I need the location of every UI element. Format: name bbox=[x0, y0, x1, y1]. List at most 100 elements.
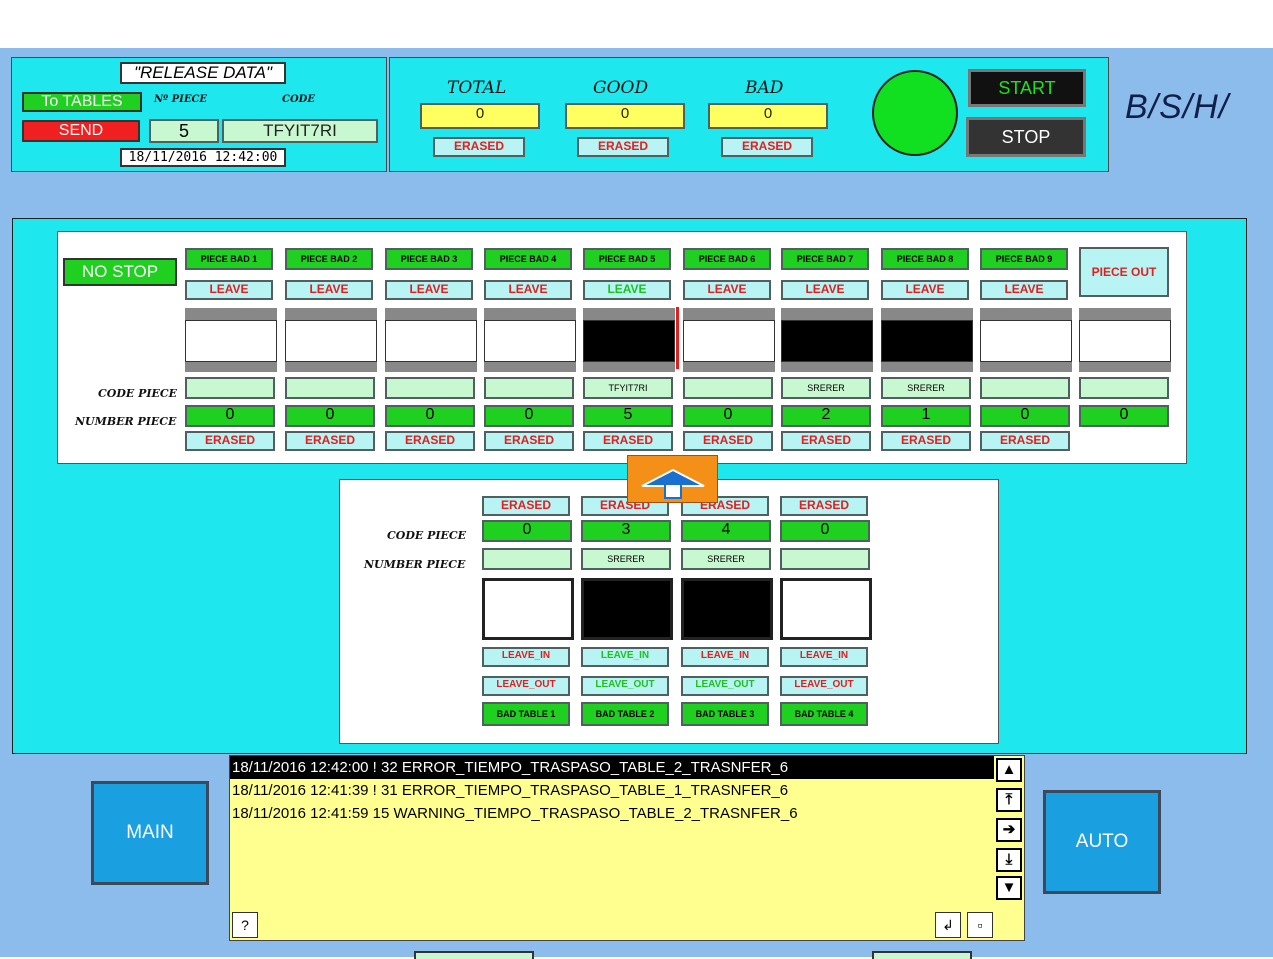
bad-table-button[interactable]: BAD TABLE 4 bbox=[780, 702, 868, 726]
number-piece-field[interactable]: 0 bbox=[683, 405, 773, 427]
code-piece-field[interactable] bbox=[980, 377, 1070, 399]
bsh-logo: B/S/H/ bbox=[1125, 88, 1230, 126]
erased-button[interactable]: ERASED bbox=[980, 431, 1070, 451]
bad-erased-button[interactable]: ERASED bbox=[482, 496, 570, 516]
stop-button[interactable]: STOP bbox=[966, 117, 1086, 157]
number-piece-field[interactable]: 0 bbox=[285, 405, 375, 427]
code-piece-label: CODE PIECE bbox=[98, 387, 178, 400]
arrow-down-icon[interactable]: ▼ bbox=[996, 876, 1022, 900]
piece-bad-button[interactable]: PIECE BAD 5 bbox=[583, 248, 671, 270]
send-button[interactable]: SEND bbox=[22, 120, 140, 142]
piece-bad-button[interactable]: PIECE BAD 2 bbox=[285, 248, 373, 270]
bad-number-field[interactable]: 3 bbox=[581, 520, 671, 542]
piece-bad-button[interactable]: PIECE BAD 4 bbox=[484, 248, 572, 270]
piece-bad-button[interactable]: PIECE BAD 8 bbox=[881, 248, 969, 270]
number-piece-field[interactable]: 5 bbox=[583, 405, 673, 427]
number-piece-field[interactable]: 0 bbox=[185, 405, 275, 427]
page-up-icon[interactable]: ⤒ bbox=[996, 788, 1022, 812]
code-piece-field[interactable] bbox=[285, 377, 375, 399]
erased-button[interactable]: ERASED bbox=[881, 431, 971, 451]
bad-code-field[interactable]: SRERER bbox=[581, 548, 671, 570]
number-piece-field[interactable]: 0 bbox=[1079, 405, 1169, 427]
ack-all-icon[interactable]: ▫ bbox=[967, 912, 993, 938]
leave-in-button[interactable]: LEAVE_IN bbox=[681, 647, 769, 667]
leave-button[interactable]: LEAVE bbox=[285, 280, 373, 300]
bad-code-field[interactable] bbox=[780, 548, 870, 570]
code-piece-field[interactable] bbox=[185, 377, 275, 399]
arrow-right-icon[interactable]: ➔ bbox=[996, 818, 1022, 842]
erased-button[interactable]: ERASED bbox=[583, 431, 673, 451]
total-erased-button[interactable]: ERASED bbox=[433, 137, 525, 157]
auto-button[interactable]: AUTO bbox=[1043, 790, 1161, 894]
alarm-line[interactable]: 18/11/2016 12:41:39 ! 31 ERROR_TIEMPO_TR… bbox=[230, 779, 994, 802]
start-button[interactable]: START bbox=[968, 69, 1086, 107]
erased-button[interactable]: ERASED bbox=[683, 431, 773, 451]
good-erased-button[interactable]: ERASED bbox=[577, 137, 669, 157]
code-piece-field[interactable] bbox=[385, 377, 475, 399]
bad-code-field[interactable] bbox=[482, 548, 572, 570]
number-piece-field[interactable]: 1 bbox=[881, 405, 971, 427]
alarm-line[interactable]: 18/11/2016 12:42:00 ! 32 ERROR_TIEMPO_TR… bbox=[230, 756, 994, 779]
leave-button[interactable]: LEAVE bbox=[781, 280, 869, 300]
leave-button[interactable]: LEAVE bbox=[683, 280, 771, 300]
leave-out-button[interactable]: LEAVE_OUT bbox=[482, 676, 570, 696]
code-piece-field[interactable] bbox=[1079, 377, 1169, 399]
code-field[interactable]: TFYIT7RI bbox=[222, 119, 378, 143]
erased-button[interactable]: ERASED bbox=[185, 431, 275, 451]
number-piece-field[interactable]: 0 bbox=[484, 405, 574, 427]
piece-out-button[interactable]: PIECE OUT bbox=[1079, 247, 1169, 297]
acknowledge-icon[interactable]: ↲ bbox=[935, 912, 961, 938]
piece-bad-button[interactable]: PIECE BAD 1 bbox=[185, 248, 273, 270]
leave-in-button[interactable]: LEAVE_IN bbox=[581, 647, 669, 667]
code-piece-field[interactable]: TFYIT7RI bbox=[583, 377, 673, 399]
erased-button[interactable]: ERASED bbox=[781, 431, 871, 451]
leave-button[interactable]: LEAVE bbox=[385, 280, 473, 300]
leave-in-button[interactable]: LEAVE_IN bbox=[482, 647, 570, 667]
arrow-up-icon[interactable]: ▲ bbox=[996, 758, 1022, 782]
leave-button[interactable]: LEAVE bbox=[583, 280, 671, 300]
bad-number-field[interactable]: 0 bbox=[780, 520, 870, 542]
bad-erased-button[interactable]: ERASED bbox=[721, 137, 813, 157]
transfer-up-button[interactable] bbox=[627, 455, 718, 503]
bottom-tab-left[interactable] bbox=[414, 951, 534, 959]
piece-bad-button[interactable]: PIECE BAD 7 bbox=[781, 248, 869, 270]
alarm-help-button[interactable]: ? bbox=[232, 912, 258, 938]
page-down-icon[interactable]: ⤓ bbox=[996, 848, 1022, 872]
main-button[interactable]: MAIN bbox=[91, 781, 209, 885]
code-piece-field[interactable] bbox=[683, 377, 773, 399]
table-slot bbox=[285, 308, 377, 372]
bad-table-button[interactable]: BAD TABLE 2 bbox=[581, 702, 669, 726]
code-piece-field[interactable]: SRERER bbox=[881, 377, 971, 399]
number-piece-field[interactable]: 0 bbox=[980, 405, 1070, 427]
to-tables-button[interactable]: To TABLES bbox=[22, 92, 142, 112]
leave-button[interactable]: LEAVE bbox=[980, 280, 1068, 300]
bad-table-button[interactable]: BAD TABLE 1 bbox=[482, 702, 570, 726]
piece-bad-button[interactable]: PIECE BAD 3 bbox=[385, 248, 473, 270]
leave-out-button[interactable]: LEAVE_OUT bbox=[780, 676, 868, 696]
code-piece-field[interactable] bbox=[484, 377, 574, 399]
leave-out-button[interactable]: LEAVE_OUT bbox=[681, 676, 769, 696]
bad-erased-button[interactable]: ERASED bbox=[780, 496, 868, 516]
number-piece-field[interactable]: 2 bbox=[781, 405, 871, 427]
erased-button[interactable]: ERASED bbox=[285, 431, 375, 451]
leave-out-button[interactable]: LEAVE_OUT bbox=[581, 676, 669, 696]
alarm-scroll-bar: ▲ ⤒ ➔ ⤓ ▼ bbox=[996, 758, 1022, 908]
piece-bad-button[interactable]: PIECE BAD 6 bbox=[683, 248, 771, 270]
leave-in-button[interactable]: LEAVE_IN bbox=[780, 647, 868, 667]
bad-code-field[interactable]: SRERER bbox=[681, 548, 771, 570]
bad-number-field[interactable]: 0 bbox=[482, 520, 572, 542]
erased-button[interactable]: ERASED bbox=[484, 431, 574, 451]
piece-no-field[interactable]: 5 bbox=[149, 119, 219, 143]
no-stop-button[interactable]: NO STOP bbox=[63, 258, 177, 286]
leave-button[interactable]: LEAVE bbox=[185, 280, 273, 300]
piece-bad-button[interactable]: PIECE BAD 9 bbox=[980, 248, 1068, 270]
leave-button[interactable]: LEAVE bbox=[484, 280, 572, 300]
bad-table-button[interactable]: BAD TABLE 3 bbox=[681, 702, 769, 726]
alarm-line[interactable]: 18/11/2016 12:41:59 15 WARNING_TIEMPO_TR… bbox=[230, 802, 994, 825]
leave-button[interactable]: LEAVE bbox=[881, 280, 969, 300]
erased-button[interactable]: ERASED bbox=[385, 431, 475, 451]
code-piece-field[interactable]: SRERER bbox=[781, 377, 871, 399]
bottom-tab-right[interactable] bbox=[872, 951, 972, 959]
number-piece-field[interactable]: 0 bbox=[385, 405, 475, 427]
bad-number-field[interactable]: 4 bbox=[681, 520, 771, 542]
